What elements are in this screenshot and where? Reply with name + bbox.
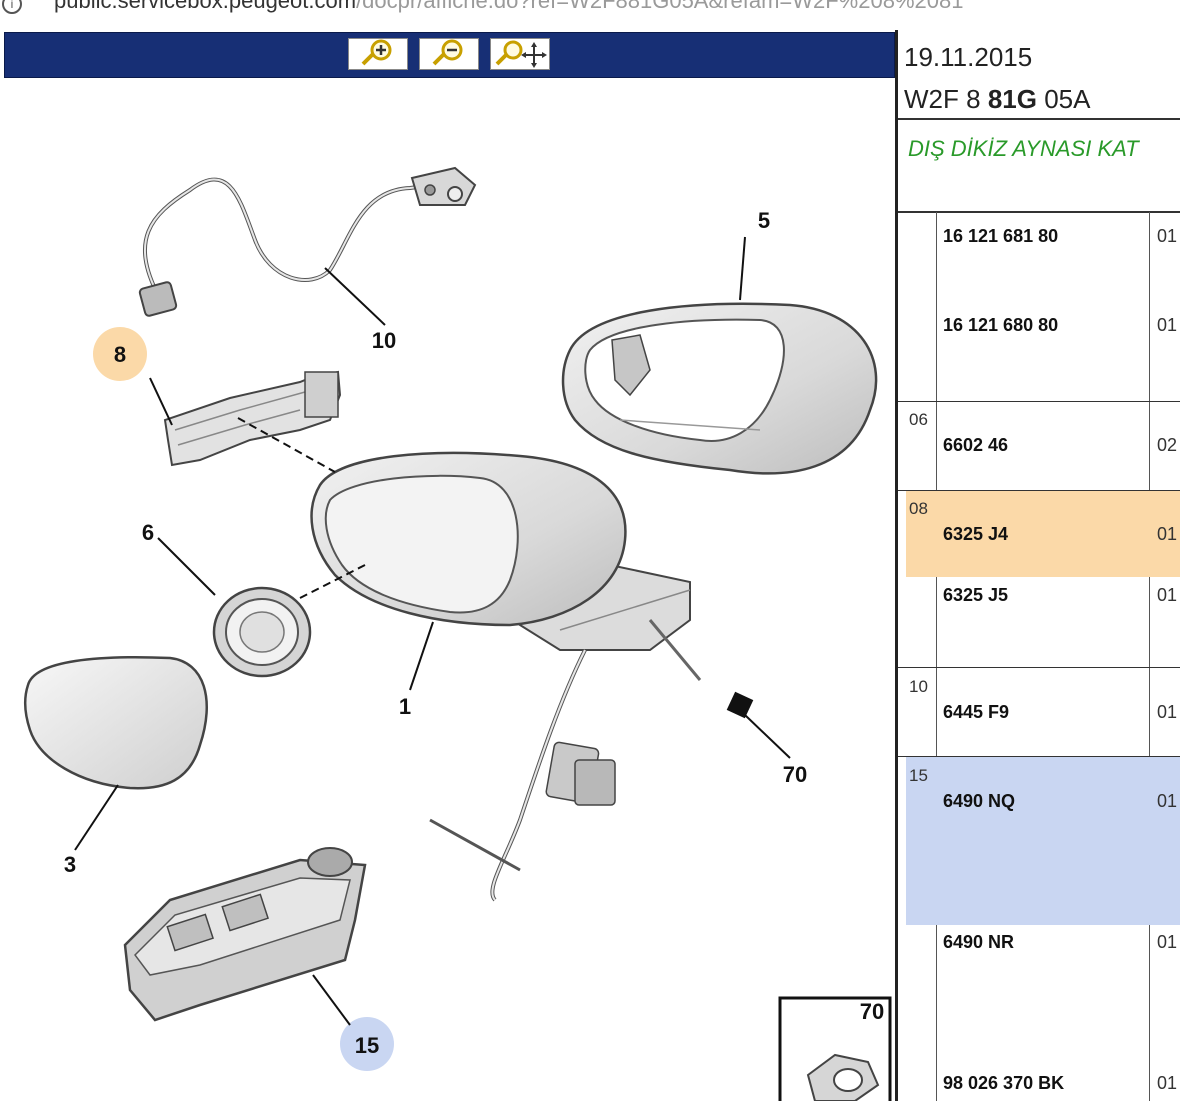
label-8[interactable]: 8 — [114, 342, 126, 367]
table-row[interactable]: 98 026 370 BK 01 — [903, 1073, 1180, 1103]
zoom-in-button[interactable] — [348, 38, 408, 70]
table-row[interactable]: 06 6602 46 02 — [903, 408, 1180, 488]
table-row[interactable]: 15 6490 NQ 01 — [903, 764, 1180, 844]
part-8-indicator[interactable] — [163, 370, 342, 467]
part-70-clip[interactable] — [726, 691, 754, 719]
part-5-cover[interactable] — [561, 302, 878, 475]
label-15[interactable]: 15 — [355, 1033, 379, 1058]
inset-70: 70 — [778, 996, 892, 1101]
label-5[interactable]: 5 — [758, 208, 770, 233]
table-row[interactable]: 6490 NR 01 — [903, 932, 1180, 962]
info-icon[interactable]: i — [2, 0, 22, 14]
diagram-toolbar — [4, 32, 895, 78]
catalog-date: 19.11.2015 — [904, 42, 1033, 72]
label-70[interactable]: 70 — [783, 762, 807, 787]
exploded-diagram: 5 8 10 6 1 3 70 15 70 — [24, 166, 892, 1101]
part-1-mirror-assembly[interactable] — [310, 451, 702, 902]
part-3-glass[interactable] — [24, 655, 208, 790]
magnifier-move-icon — [495, 40, 547, 68]
table-row[interactable]: 6325 J5 01 — [903, 585, 1180, 615]
label-6[interactable]: 6 — [142, 520, 154, 545]
label-10[interactable]: 10 — [372, 328, 396, 353]
label-1[interactable]: 1 — [399, 694, 411, 719]
part-6-motor[interactable] — [212, 586, 312, 678]
magnifier-plus-icon — [361, 39, 392, 66]
catalog-code: W2F 8 81G 05A — [904, 84, 1091, 114]
magnifier-minus-icon — [432, 39, 463, 66]
table-row[interactable]: 16 121 681 80 01 — [903, 226, 1180, 256]
zoom-out-button[interactable] — [419, 38, 479, 70]
part-10-harness[interactable] — [138, 166, 477, 317]
panel-header: 19.11.2015 W2F 8 81G 05A — [904, 36, 1090, 120]
pan-button[interactable] — [490, 38, 550, 70]
part-15-switch[interactable] — [123, 847, 367, 1022]
inset-70-label: 70 — [860, 999, 884, 1024]
browser-url-bar[interactable]: i public.servicebox.peugeot.com/docpr/af… — [0, 0, 1180, 22]
label-3[interactable]: 3 — [64, 852, 76, 877]
url-text[interactable]: public.servicebox.peugeot.com/docpr/affi… — [54, 0, 963, 14]
table-row[interactable]: 10 6445 F9 01 — [903, 675, 1180, 755]
table-row[interactable]: 16 121 680 80 01 — [903, 315, 1180, 345]
table-row[interactable]: 08 6325 J4 01 — [903, 497, 1180, 577]
panel-title: DIŞ DİKİZ AYNASI KAT — [908, 136, 1139, 161]
parts-panel: 19.11.2015 W2F 8 81G 05A DIŞ DİKİZ AYNAS… — [895, 30, 1180, 1101]
